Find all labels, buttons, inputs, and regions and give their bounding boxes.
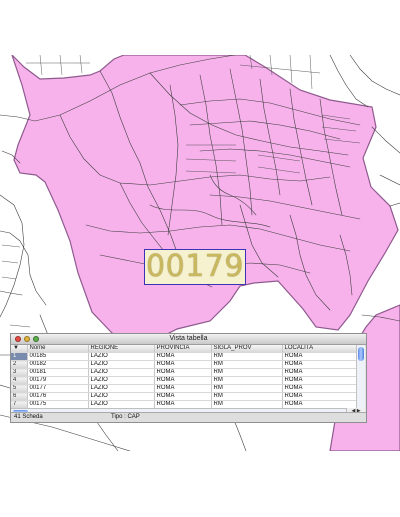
cell-regione[interactable]: LAZIO bbox=[88, 352, 155, 361]
cell-nome[interactable]: 00179 bbox=[27, 376, 89, 385]
cell-provincia[interactable]: ROMA bbox=[154, 392, 212, 401]
cell-regione[interactable]: LAZIO bbox=[88, 392, 155, 401]
cell-sigla-prov[interactable]: RM bbox=[211, 392, 283, 401]
column-header-localita[interactable]: LOCALITA bbox=[282, 345, 359, 353]
cell-regione[interactable]: LAZIO bbox=[88, 376, 155, 385]
cell-provincia[interactable]: ROMA bbox=[154, 384, 212, 393]
cell-regione[interactable]: LAZIO bbox=[88, 384, 155, 393]
cell-provincia[interactable]: ROMA bbox=[154, 368, 212, 377]
cell-provincia[interactable]: ROMA bbox=[154, 352, 212, 361]
cell-nome[interactable]: 00182 bbox=[27, 360, 89, 369]
cell-localita[interactable]: ROMA bbox=[282, 352, 359, 361]
cell-nome[interactable]: 00176 bbox=[27, 392, 89, 401]
table-row[interactable]: 5 00177 LAZIO ROMA RM ROMA bbox=[11, 384, 359, 393]
row-number[interactable]: 6 bbox=[11, 392, 28, 401]
cell-regione[interactable]: LAZIO bbox=[88, 368, 155, 377]
table-row[interactable]: 4 00179 LAZIO ROMA RM ROMA bbox=[11, 376, 359, 385]
cell-sigla-prov[interactable]: RM bbox=[211, 384, 283, 393]
status-bar: 41 Scheda Tipo : CAP bbox=[11, 412, 366, 422]
record-count: 41 Scheda bbox=[14, 414, 43, 420]
cell-localita[interactable]: ROMA bbox=[282, 376, 359, 385]
row-number[interactable]: 3 bbox=[11, 368, 28, 377]
table-row[interactable]: 3 00181 LAZIO ROMA RM ROMA bbox=[11, 368, 359, 377]
column-header-regione[interactable]: REGIONE bbox=[88, 345, 155, 353]
table-row[interactable]: 1 00185 LAZIO ROMA RM ROMA bbox=[11, 352, 359, 361]
cell-regione[interactable]: LAZIO bbox=[88, 360, 155, 369]
zoom-window-icon[interactable] bbox=[33, 336, 39, 342]
row-number[interactable]: 2 bbox=[11, 360, 28, 369]
cell-sigla-prov[interactable]: RM bbox=[211, 352, 283, 361]
window-titlebar[interactable]: Vista tabella bbox=[11, 334, 366, 345]
cell-localita[interactable]: ROMA bbox=[282, 384, 359, 393]
cell-provincia[interactable]: ROMA bbox=[154, 360, 212, 369]
close-window-icon[interactable] bbox=[15, 336, 21, 342]
column-header-nome[interactable]: Nome bbox=[27, 345, 89, 353]
window-title: Vista tabella bbox=[169, 335, 208, 342]
layer-type: Tipo : CAP bbox=[111, 414, 140, 420]
cell-sigla-prov[interactable]: RM bbox=[211, 360, 283, 369]
vertical-scrollbar[interactable] bbox=[356, 345, 365, 408]
table-view-window: Vista tabella ▼ Nome REGIONE PROVINCIA S… bbox=[10, 333, 367, 423]
cell-nome[interactable]: 00185 bbox=[27, 352, 89, 361]
cell-sigla-prov[interactable]: RM bbox=[211, 368, 283, 377]
table-header-row: ▼ Nome REGIONE PROVINCIA SIGLA_PROV LOCA… bbox=[11, 345, 359, 353]
cell-localita[interactable]: ROMA bbox=[282, 392, 359, 401]
minimize-window-icon[interactable] bbox=[24, 336, 30, 342]
cell-nome[interactable]: 00181 bbox=[27, 368, 89, 377]
row-number[interactable]: 4 bbox=[11, 376, 28, 385]
cell-nome[interactable]: 00177 bbox=[27, 384, 89, 393]
cell-provincia[interactable]: ROMA bbox=[154, 376, 212, 385]
cell-localita[interactable]: ROMA bbox=[282, 368, 359, 377]
postal-code-map-label[interactable]: 00179 bbox=[144, 249, 246, 285]
attribute-table: ▼ Nome REGIONE PROVINCIA SIGLA_PROV LOCA… bbox=[11, 345, 359, 409]
cell-sigla-prov[interactable]: RM bbox=[211, 376, 283, 385]
row-number[interactable]: 5 bbox=[11, 384, 28, 393]
cell-localita[interactable]: ROMA bbox=[282, 360, 359, 369]
table-row[interactable]: 6 00176 LAZIO ROMA RM ROMA bbox=[11, 392, 359, 401]
column-header-sigla-prov[interactable]: SIGLA_PROV bbox=[211, 345, 283, 353]
column-header-provincia[interactable]: PROVINCIA bbox=[154, 345, 212, 353]
vertical-scroll-thumb[interactable] bbox=[358, 347, 364, 361]
row-number[interactable]: 1 bbox=[11, 352, 28, 361]
table-row[interactable]: 2 00182 LAZIO ROMA RM ROMA bbox=[11, 360, 359, 369]
row-number-header: ▼ bbox=[11, 345, 28, 353]
